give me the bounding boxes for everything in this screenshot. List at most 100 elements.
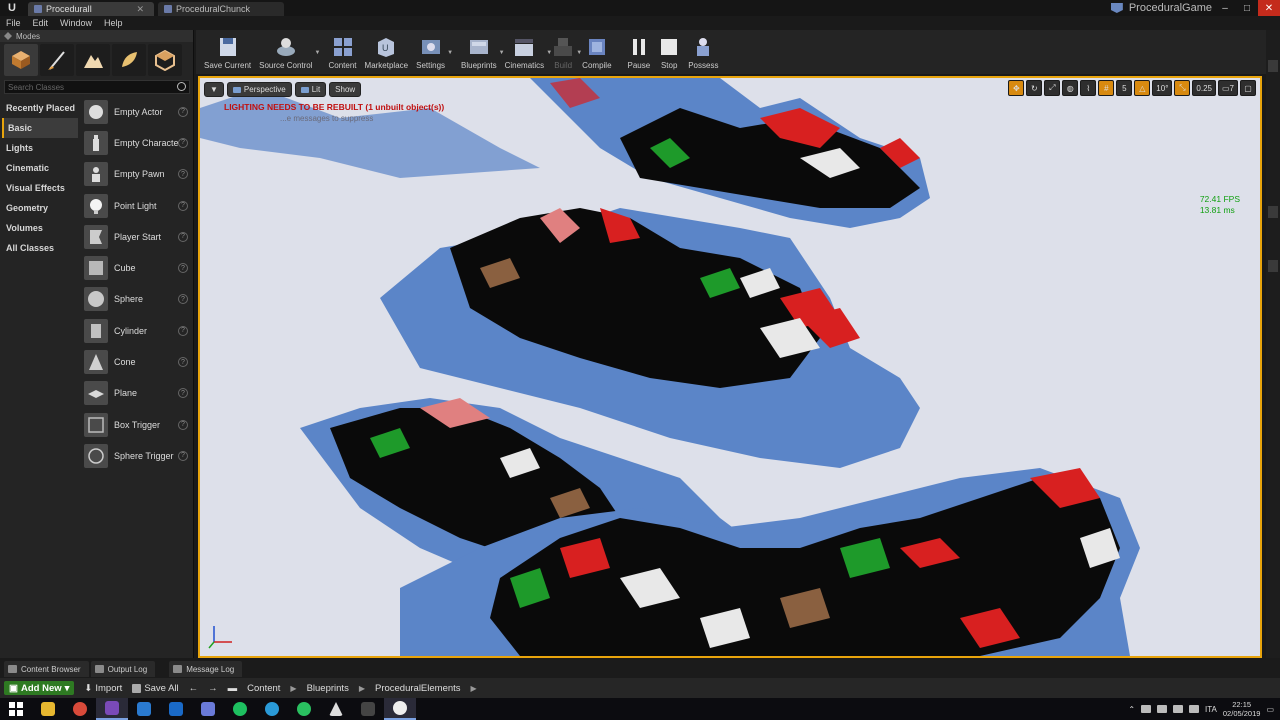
taskbar-spotify[interactable]	[224, 698, 256, 720]
help-icon[interactable]: ?	[178, 137, 188, 148]
forward-arrow-icon[interactable]: →	[208, 683, 218, 694]
category-basic[interactable]: Basic	[2, 118, 78, 138]
compile-button[interactable]: Compile	[578, 30, 615, 72]
breadcrumb-blueprints[interactable]: Blueprints	[307, 683, 349, 694]
menu-edit[interactable]: Edit	[33, 18, 49, 28]
help-icon[interactable]: ?	[178, 325, 188, 336]
rotation-snap-icon[interactable]: △	[1134, 80, 1151, 96]
tray-app-icon[interactable]	[1157, 705, 1168, 713]
breadcrumb-separator-icon[interactable]: ▶	[290, 684, 296, 693]
help-icon[interactable]: ?	[178, 294, 188, 305]
list-item[interactable]: Point Light?	[80, 190, 192, 221]
list-item[interactable]: Empty Pawn?	[80, 159, 192, 190]
list-item[interactable]: Empty Characte?	[80, 127, 192, 158]
menu-file[interactable]: File	[6, 18, 21, 28]
volume-icon[interactable]	[1189, 705, 1200, 713]
menu-window[interactable]: Window	[60, 18, 92, 28]
start-button[interactable]	[0, 698, 32, 720]
foliage-mode-button[interactable]	[112, 44, 146, 76]
list-item[interactable]: Cone?	[80, 346, 192, 377]
network-icon[interactable]	[1173, 705, 1184, 713]
taskbar-outlook[interactable]	[160, 698, 192, 720]
breadcrumb-separator-icon[interactable]: ▶	[471, 684, 477, 693]
taskbar-vscode[interactable]	[128, 698, 160, 720]
geometry-mode-button[interactable]	[148, 44, 182, 76]
taskbar-telegram[interactable]	[256, 698, 288, 720]
category-geometry[interactable]: Geometry	[2, 198, 78, 218]
language-indicator[interactable]: ITA	[1205, 705, 1217, 714]
close-icon[interactable]: ✕	[136, 4, 144, 15]
import-button[interactable]: ⬇ Import	[84, 683, 122, 694]
grid-snap-value[interactable]: 5	[1116, 80, 1133, 96]
panel-scroll-handle[interactable]	[1268, 260, 1278, 272]
taskbar-unreal-editor[interactable]	[384, 698, 416, 720]
help-icon[interactable]: ?	[178, 419, 188, 430]
stop-button[interactable]: Stop	[654, 30, 684, 72]
minimize-button[interactable]: –	[1214, 0, 1236, 16]
add-new-button[interactable]: ▣ Add New ▾	[4, 681, 75, 695]
tray-app-icon[interactable]	[1141, 705, 1152, 713]
category-cinematic[interactable]: Cinematic	[2, 158, 78, 178]
help-icon[interactable]: ?	[178, 357, 188, 368]
settings-button[interactable]: Settings ▼	[412, 30, 453, 72]
maximize-viewport-icon[interactable]: ▢	[1240, 80, 1256, 96]
tab-content-browser[interactable]: Content Browser	[4, 661, 89, 677]
rotate-tool-icon[interactable]: ↻	[1026, 80, 1043, 96]
back-arrow-icon[interactable]: ←	[189, 683, 199, 694]
show-button[interactable]: Show	[329, 82, 362, 97]
tab-message-log[interactable]: Message Log	[169, 661, 243, 677]
category-all-classes[interactable]: All Classes	[2, 238, 78, 258]
content-button[interactable]: Content	[325, 30, 361, 72]
scale-tool-icon[interactable]: ⤢	[1044, 80, 1061, 96]
scale-snap-value[interactable]: 0.25	[1192, 80, 1216, 96]
clock[interactable]: 22:15 02/05/2019	[1223, 700, 1261, 718]
source-control-button[interactable]: Source Control ▼	[255, 30, 321, 72]
category-visual-effects[interactable]: Visual Effects	[2, 178, 78, 198]
list-item[interactable]: Plane?	[80, 378, 192, 409]
cinematics-button[interactable]: Cinematics ▼	[501, 30, 552, 72]
paint-mode-button[interactable]	[40, 44, 74, 76]
tray-expand-icon[interactable]: ⌃	[1128, 705, 1135, 714]
tab-procedural-level[interactable]: ProceduralI ✕	[28, 2, 154, 16]
category-lights[interactable]: Lights	[2, 138, 78, 158]
dropdown-arrow-icon[interactable]: ▼	[315, 50, 321, 56]
list-item[interactable]: Sphere?	[80, 284, 192, 315]
list-item[interactable]: Cylinder?	[80, 315, 192, 346]
scale-snap-icon[interactable]: ⤡	[1174, 80, 1191, 96]
taskbar-epic-launcher[interactable]	[352, 698, 384, 720]
search-classes-input[interactable]: Search Classes	[4, 80, 190, 94]
taskbar-inkscape[interactable]	[320, 698, 352, 720]
surface-snap-icon[interactable]: ⌇	[1080, 80, 1097, 96]
save-current-button[interactable]: Save Current	[200, 30, 255, 72]
build-button[interactable]: Build ▼	[548, 30, 582, 72]
world-space-icon[interactable]: ◍	[1062, 80, 1079, 96]
tab-output-log[interactable]: Output Log	[90, 661, 156, 677]
pause-button[interactable]: Pause	[624, 30, 655, 72]
menu-help[interactable]: Help	[104, 18, 123, 28]
taskbar-visual-studio[interactable]	[96, 698, 128, 720]
landscape-mode-button[interactable]	[76, 44, 110, 76]
panel-scroll-handle[interactable]	[1268, 60, 1278, 72]
help-icon[interactable]: ?	[178, 388, 188, 399]
breadcrumb-separator-icon[interactable]: ▶	[359, 684, 365, 693]
close-window-button[interactable]: ✕	[1258, 0, 1280, 16]
help-icon[interactable]: ?	[178, 231, 188, 242]
place-mode-button[interactable]	[4, 44, 38, 76]
taskbar-chrome[interactable]	[64, 698, 96, 720]
help-icon[interactable]: ?	[178, 263, 188, 274]
possess-button[interactable]: Possess	[684, 30, 722, 72]
search-icon[interactable]	[177, 82, 186, 91]
breadcrumb-content[interactable]: Content	[247, 683, 280, 694]
lit-button[interactable]: Lit	[294, 82, 327, 97]
blueprints-button[interactable]: Blueprints ▼	[457, 30, 505, 72]
help-icon[interactable]: ?	[178, 450, 188, 461]
grid-snap-icon[interactable]: #	[1098, 80, 1115, 96]
perspective-button[interactable]: Perspective	[226, 82, 292, 97]
dropdown-arrow-icon[interactable]: ▼	[447, 50, 453, 56]
rotation-snap-value[interactable]: 10°	[1152, 80, 1173, 96]
list-item[interactable]: Empty Actor?	[80, 96, 192, 127]
viewport-options-button[interactable]: ▼	[204, 82, 224, 97]
list-item[interactable]: Cube?	[80, 252, 192, 283]
marketplace-button[interactable]: U Marketplace	[361, 30, 413, 72]
tab-procedural-chunk[interactable]: ProceduralChunck	[158, 2, 284, 16]
